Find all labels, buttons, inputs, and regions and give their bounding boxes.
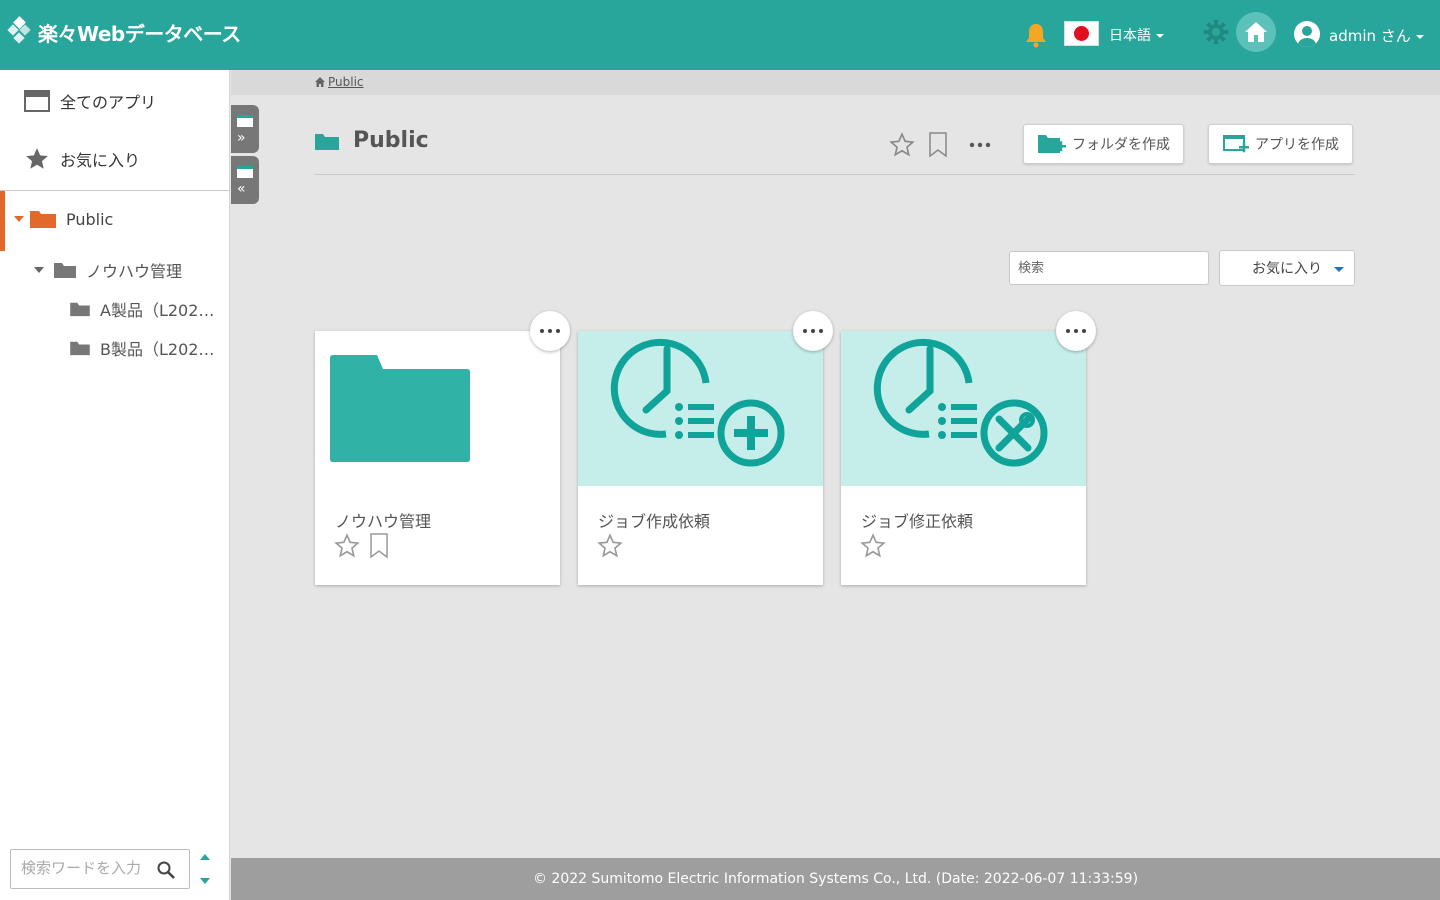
- user-menu[interactable]: admin さん: [1329, 25, 1424, 46]
- card-more-button[interactable]: [530, 311, 570, 351]
- app-header: 楽々Webデータベース 日本語 admin さん: [0, 0, 1440, 70]
- folder-icon: [30, 211, 56, 228]
- tree-item-product-a[interactable]: A製品（L202…: [70, 297, 214, 321]
- card-thumbnail: [841, 331, 1086, 486]
- double-chevron-left-icon: «: [237, 181, 246, 197]
- collapse-sidebar-toggle[interactable]: «: [231, 156, 259, 204]
- folder-large-icon: [330, 355, 470, 462]
- bookmark-icon[interactable]: [370, 533, 388, 559]
- card-thumbnail: [578, 331, 823, 486]
- more-horizontal-icon: [1066, 329, 1086, 333]
- copyright-text: © 2022 Sumitomo Electric Information Sys…: [532, 871, 1139, 887]
- chevron-down-icon: [1156, 34, 1164, 38]
- folder-add-icon: [1038, 135, 1066, 153]
- folder-icon: [315, 133, 339, 150]
- tree-item-label: Public: [66, 209, 114, 229]
- user-avatar-icon[interactable]: [1294, 21, 1320, 47]
- expand-sidebar-toggle[interactable]: »: [231, 105, 259, 153]
- star-outline-icon[interactable]: [334, 533, 360, 559]
- create-app-button[interactable]: アプリを作成: [1208, 124, 1353, 164]
- tree-item-label: B製品（L202…: [100, 340, 215, 359]
- gear-icon[interactable]: [1202, 18, 1230, 46]
- sidebar-item-all-apps[interactable]: 全てのアプリ: [0, 86, 230, 116]
- card-title: ジョブ修正依頼: [861, 512, 974, 531]
- sidebar-item-label: お気に入り: [60, 151, 141, 170]
- more-options-button[interactable]: [968, 134, 992, 157]
- scroll-down-icon[interactable]: [200, 878, 210, 884]
- search-field: [1009, 251, 1209, 285]
- star-outline-icon[interactable]: [889, 132, 915, 158]
- card-app-job-create[interactable]: ジョブ作成依頼: [578, 311, 833, 585]
- caret-down-icon[interactable]: [14, 216, 24, 222]
- sidebar-item-favorites[interactable]: お気に入り: [0, 144, 230, 174]
- sidebar-search-input[interactable]: [21, 850, 161, 886]
- filter-select[interactable]: お気に入り: [1219, 250, 1355, 286]
- sidebar: 全てのアプリ お気に入り Public ノウハウ管理 A製品（L202… B製品…: [0, 70, 230, 900]
- tree-item-knowhow[interactable]: ノウハウ管理: [34, 258, 182, 282]
- star-outline-icon[interactable]: [860, 533, 886, 559]
- bell-icon[interactable]: [1024, 22, 1048, 48]
- double-chevron-right-icon: »: [237, 130, 246, 146]
- footer: © 2022 Sumitomo Electric Information Sys…: [231, 858, 1440, 900]
- create-app-label: アプリを作成: [1255, 137, 1339, 153]
- breadcrumb-link-public[interactable]: Public: [328, 75, 364, 89]
- card-app-job-fix[interactable]: ジョブ修正依頼: [841, 311, 1096, 585]
- page-header: Public: [315, 128, 429, 153]
- logo[interactable]: 楽々Webデータベース: [6, 16, 241, 48]
- create-folder-button[interactable]: フォルダを作成: [1023, 124, 1184, 164]
- more-horizontal-icon: [969, 142, 991, 148]
- japan-flag-icon[interactable]: [1064, 21, 1099, 46]
- user-name-label: admin さん: [1329, 27, 1411, 45]
- search-input[interactable]: [1018, 252, 1208, 284]
- panel-icon: [237, 115, 253, 127]
- window-icon: [24, 90, 50, 112]
- folder-icon: [70, 302, 90, 317]
- logo-text: 楽々Webデータベース: [38, 21, 241, 46]
- more-horizontal-icon: [803, 329, 823, 333]
- card-more-button[interactable]: [1056, 311, 1096, 351]
- chevron-down-icon: [1334, 267, 1344, 272]
- home-icon: [315, 77, 325, 87]
- card-thumbnail: [315, 331, 560, 486]
- chevron-down-icon: [1415, 34, 1424, 39]
- logo-mark-icon: [7, 16, 31, 44]
- star-outline-icon[interactable]: [597, 533, 623, 559]
- active-indicator: [0, 191, 5, 251]
- clock-list-add-icon: [610, 338, 785, 467]
- scroll-up-icon[interactable]: [200, 854, 210, 860]
- card-more-button[interactable]: [793, 311, 833, 351]
- search-icon[interactable]: [157, 861, 175, 879]
- divider: [315, 174, 1355, 175]
- panel-icon: [237, 166, 253, 178]
- bookmark-icon[interactable]: [929, 132, 947, 158]
- caret-down-icon[interactable]: [34, 267, 44, 273]
- star-icon: [26, 148, 48, 169]
- folder-icon: [70, 341, 90, 356]
- breadcrumb-bar: [231, 70, 1440, 95]
- sidebar-item-label: 全てのアプリ: [60, 93, 157, 112]
- create-folder-label: フォルダを作成: [1072, 137, 1170, 153]
- sidebar-search: [10, 849, 190, 889]
- breadcrumb: Public: [315, 75, 364, 89]
- card-folder-knowhow[interactable]: ノウハウ管理: [315, 311, 570, 585]
- tree-item-public[interactable]: Public: [0, 191, 230, 251]
- folder-icon: [54, 263, 76, 278]
- tree-item-product-b[interactable]: B製品（L202…: [70, 336, 214, 360]
- home-icon: [1245, 22, 1267, 42]
- app-add-icon: [1223, 135, 1249, 153]
- card-title: ノウハウ管理: [335, 512, 432, 531]
- language-label: 日本語: [1109, 28, 1151, 44]
- clock-list-wrench-icon: [873, 338, 1048, 467]
- more-horizontal-icon: [540, 329, 560, 333]
- card-title: ジョブ作成依頼: [598, 512, 711, 531]
- home-button[interactable]: [1236, 12, 1276, 52]
- tree-item-label: A製品（L202…: [100, 301, 215, 320]
- language-selector[interactable]: 日本語: [1109, 25, 1164, 45]
- page-title: Public: [353, 128, 429, 153]
- tree-item-label: ノウハウ管理: [86, 262, 183, 281]
- filter-value: お気に入り: [1252, 261, 1322, 277]
